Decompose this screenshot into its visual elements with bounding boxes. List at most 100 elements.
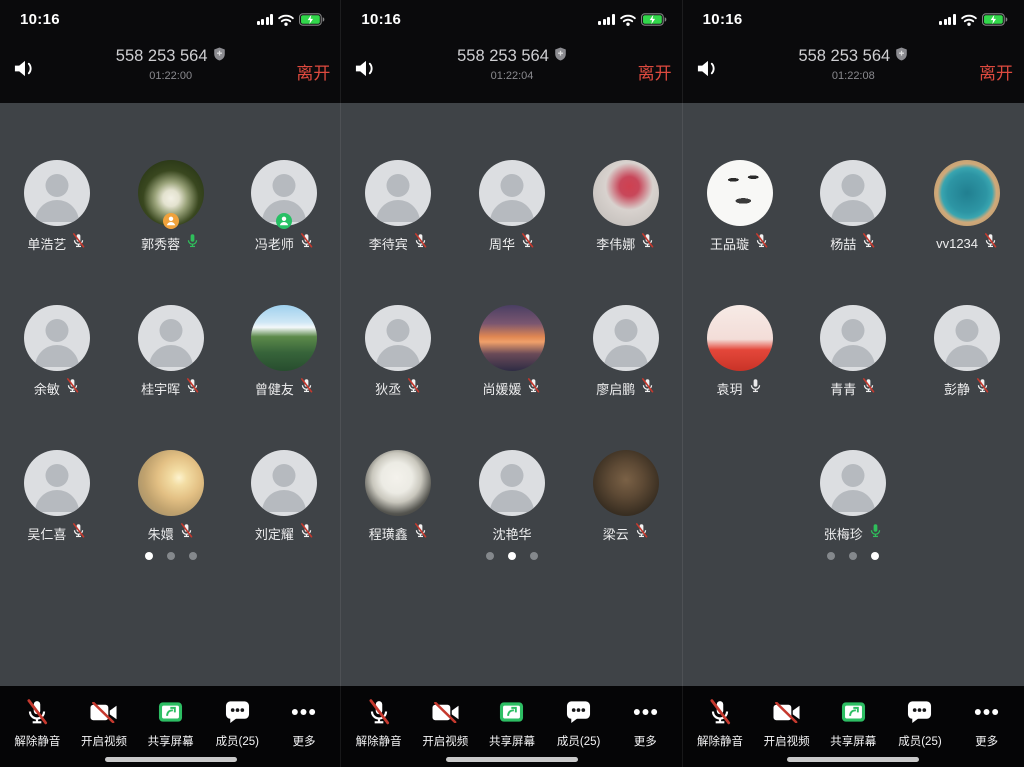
toolbar-mic-muted-button[interactable]: 解除静音 [6, 699, 68, 749]
mic-muted-icon [413, 233, 428, 253]
page-dot-active [508, 552, 516, 560]
participant-tile[interactable]: 冯老师 [228, 160, 342, 305]
participant-tile[interactable]: 廖启鹏 [569, 305, 683, 450]
shield-icon [213, 47, 226, 66]
participant-tile[interactable]: 尚媛媛 [455, 305, 569, 450]
participant-tile[interactable]: 吴仁喜 [0, 450, 114, 595]
participant-row: 狄丞尚媛媛廖启鹏 [341, 305, 682, 450]
meeting-info[interactable]: 558 253 56401:22:00 [0, 47, 341, 82]
participant-tile[interactable]: 李待宾 [341, 160, 455, 305]
participant-name: 张梅珍 [824, 524, 863, 543]
camera-off-icon [773, 699, 800, 725]
participant-tile[interactable]: 程璜鑫 [341, 450, 455, 595]
toolbar-mic-muted-button[interactable]: 解除静音 [689, 699, 751, 749]
toolbar-share-screen-button[interactable]: 共享屏幕 [822, 699, 884, 749]
toolbar-label: 共享屏幕 [489, 733, 535, 749]
toolbar-label: 解除静音 [697, 733, 743, 749]
participant-name: 冯老师 [255, 234, 294, 253]
mic-muted-icon [71, 233, 86, 253]
mic-muted-icon [65, 378, 80, 398]
page-dots [341, 552, 682, 560]
status-icons [939, 13, 1008, 26]
toolbar-camera-off-button[interactable]: 开启视频 [756, 699, 818, 749]
participant-name-row: 吴仁喜 [27, 525, 86, 541]
camera-off-icon [432, 699, 459, 725]
avatar [251, 305, 317, 371]
participant-tile[interactable]: 桂宇晖 [114, 305, 228, 450]
toolbar-share-screen-button[interactable]: 共享屏幕 [481, 699, 543, 749]
toolbar-members-bubble-button[interactable]: 成员(25) [206, 699, 268, 749]
leave-button[interactable]: 离开 [296, 59, 330, 84]
participant-tile[interactable]: 刘定耀 [228, 450, 342, 595]
home-indicator[interactable] [787, 757, 919, 762]
participant-tile[interactable]: 彭静 [910, 305, 1024, 450]
camera-off-icon [90, 699, 117, 725]
status-time: 10:16 [703, 11, 743, 28]
participant-tile[interactable]: 郭秀蓉 [114, 160, 228, 305]
participant-tile[interactable]: 张梅珍 [796, 450, 910, 595]
mic-muted-icon [71, 523, 86, 543]
meeting-elapsed-time: 01:22:00 [0, 70, 341, 82]
mic-muted-icon [640, 378, 655, 398]
toolbar-members-bubble-button[interactable]: 成员(25) [889, 699, 951, 749]
members-bubble-icon [225, 699, 250, 725]
call-header: 558 253 56401:22:00离开 [0, 35, 341, 103]
status-bar: 10:16 [0, 0, 341, 35]
mic-muted-icon [640, 233, 655, 253]
home-indicator[interactable] [105, 757, 237, 762]
page-dot [167, 552, 175, 560]
mic-muted-icon [861, 378, 876, 398]
avatar [593, 450, 659, 516]
toolbar-mic-muted-button[interactable]: 解除静音 [348, 699, 410, 749]
mic-muted-icon [406, 378, 421, 398]
toolbar-more-dots-button[interactable]: 更多 [614, 699, 676, 749]
avatar [593, 305, 659, 371]
toolbar-members-bubble-button[interactable]: 成员(25) [548, 699, 610, 749]
participant-tile[interactable]: 单浩艺 [0, 160, 114, 305]
call-header: 558 253 56401:22:04离开 [341, 35, 682, 103]
participant-grid: 李待宾周华李伟娜狄丞尚媛媛廖启鹏程璜鑫 沈艳华梁云 [341, 103, 682, 686]
participant-name: 袁玥 [717, 379, 743, 398]
participant-tile[interactable]: 朱嬛 [114, 450, 228, 595]
participant-tile[interactable]: 袁玥 [683, 305, 797, 450]
toolbar-label: 共享屏幕 [148, 733, 194, 749]
meeting-info[interactable]: 558 253 56401:22:04 [341, 47, 682, 82]
leave-button[interactable]: 离开 [979, 59, 1013, 84]
mic-on-icon [868, 523, 883, 543]
participant-tile[interactable]: 曾健友 [228, 305, 342, 450]
participant-tile[interactable]: 青青 [796, 305, 910, 450]
toolbar-more-dots-button[interactable]: 更多 [956, 699, 1018, 749]
participant-name: 桂宇晖 [141, 379, 180, 398]
role-badge-orange [163, 213, 179, 229]
participant-tile[interactable]: 梁云 [569, 450, 683, 595]
participant-tile[interactable]: 周华 [455, 160, 569, 305]
toolbar-more-dots-button[interactable]: 更多 [273, 699, 335, 749]
participant-name-row: 余敏 [34, 380, 80, 396]
avatar [593, 160, 659, 226]
leave-button[interactable]: 离开 [638, 59, 672, 84]
avatar [138, 450, 204, 516]
participant-tile[interactable]: 余敏 [0, 305, 114, 450]
home-indicator[interactable] [446, 757, 578, 762]
toolbar-camera-off-button[interactable]: 开启视频 [414, 699, 476, 749]
toolbar-share-screen-button[interactable]: 共享屏幕 [140, 699, 202, 749]
participant-tile[interactable]: 王品璇 [683, 160, 797, 305]
toolbar-camera-off-button[interactable]: 开启视频 [73, 699, 135, 749]
participant-row: 李待宾周华李伟娜 [341, 160, 682, 305]
status-icons [257, 13, 326, 26]
mic-muted-icon [707, 699, 733, 725]
toolbar-label: 成员(25) [216, 733, 259, 749]
meeting-info[interactable]: 558 253 56401:22:08 [683, 47, 1024, 82]
participant-name: 程璜鑫 [369, 524, 408, 543]
participant-name-row: 梁云 [603, 525, 649, 541]
participant-tile[interactable]: vv1234 [910, 160, 1024, 305]
page-dot [189, 552, 197, 560]
participant-name: 曾健友 [255, 379, 294, 398]
participant-tile[interactable]: 狄丞 [341, 305, 455, 450]
participant-tile[interactable]: 李伟娜 [569, 160, 683, 305]
participant-tile[interactable]: 杨喆 [796, 160, 910, 305]
participant-tile[interactable]: 沈艳华 [455, 450, 569, 595]
more-dots-icon [974, 699, 999, 725]
participant-name: 郭秀蓉 [141, 234, 180, 253]
wifi-icon [620, 14, 636, 26]
